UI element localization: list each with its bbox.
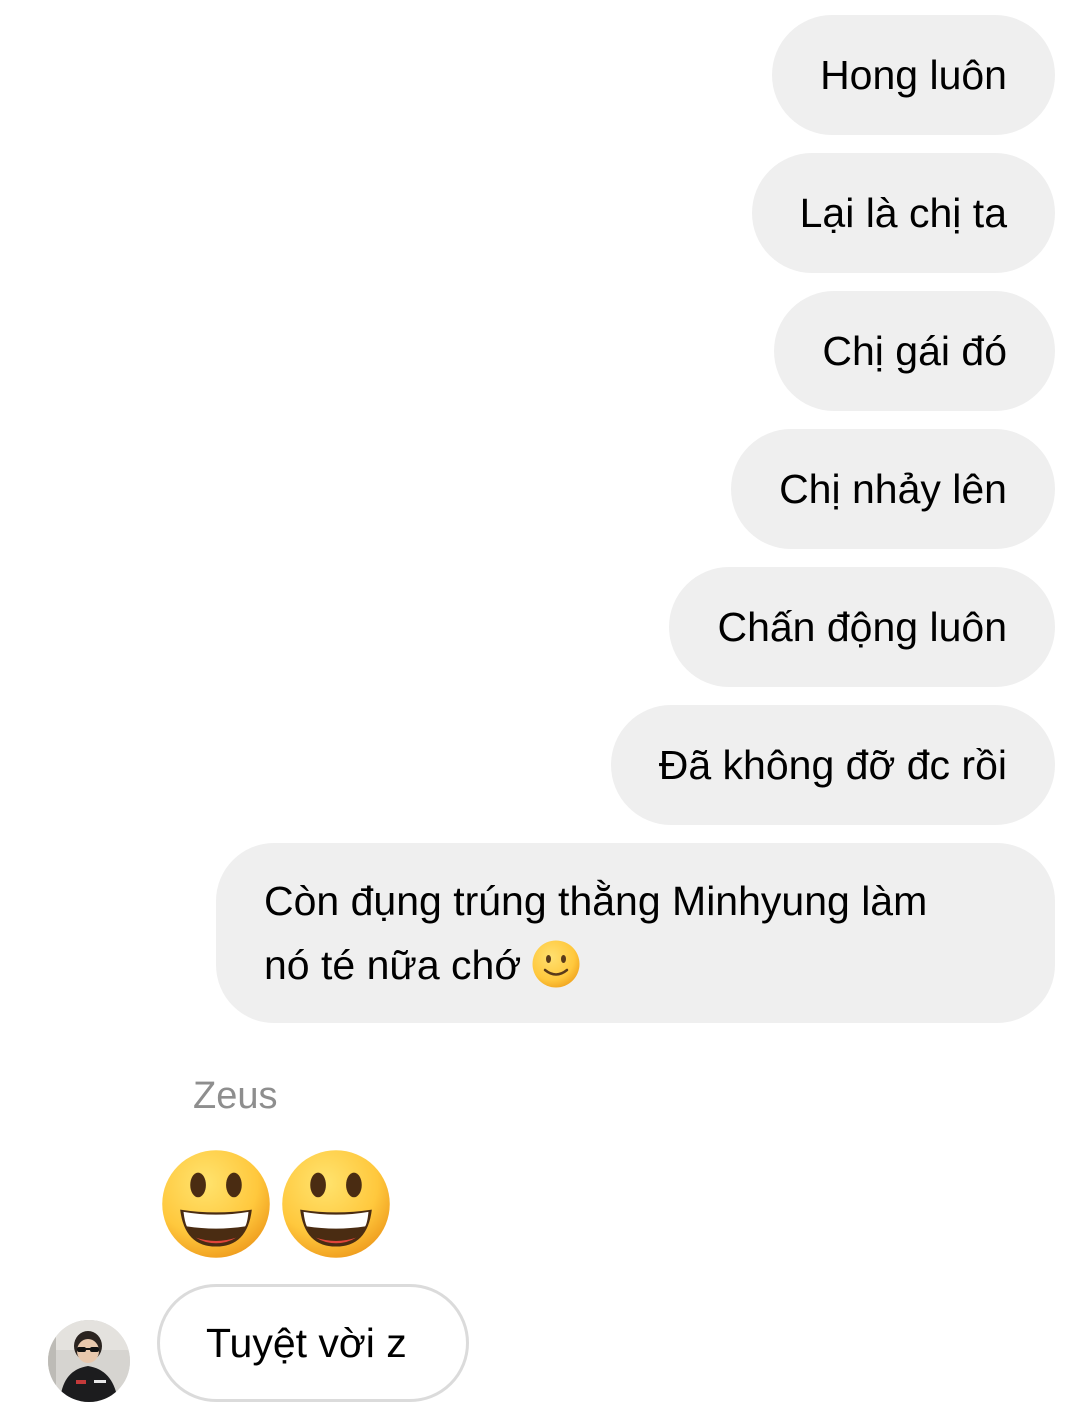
message-text: Lại là chị ta <box>799 190 1007 236</box>
outgoing-message[interactable]: Chấn động luôn <box>669 567 1055 687</box>
chat-thread: Hong luôn Lại là chị ta Chị gái đó Chị n… <box>0 0 1079 1423</box>
incoming-message[interactable]: Tuyệt vời z <box>157 1284 469 1402</box>
message-text: Chị gái đó <box>822 328 1007 374</box>
slightly-smiling-face-icon <box>532 940 580 988</box>
outgoing-message[interactable]: Hong luôn <box>772 15 1055 135</box>
message-text: Chấn động luôn <box>717 604 1007 650</box>
message-text: Chị nhảy lên <box>779 466 1007 512</box>
outgoing-message[interactable]: Đã không đỡ đc rồi <box>610 705 1055 825</box>
message-text: Tuyệt vời z <box>206 1319 407 1366</box>
message-text: Đã không đỡ đc rồi <box>658 742 1007 788</box>
message-text: Hong luôn <box>820 52 1007 98</box>
outgoing-message[interactable]: Còn đụng trúng thằng Minhyung làm nó té … <box>216 843 1055 1023</box>
outgoing-message[interactable]: Lại là chị ta <box>751 153 1055 273</box>
outgoing-message[interactable]: Chị nhảy lên <box>731 429 1055 549</box>
user-avatar-image <box>48 1320 130 1402</box>
emoji-message[interactable] <box>160 1148 392 1260</box>
message-text-line: Còn đụng trúng thằng Minhyung làm <box>264 878 928 924</box>
message-text-block: Còn đụng trúng thằng Minhyung làm nó té … <box>264 869 927 997</box>
avatar[interactable] <box>48 1320 130 1402</box>
grinning-face-icon <box>282 1150 390 1258</box>
message-text-line: nó té nữa chớ <box>264 942 522 988</box>
outgoing-message[interactable]: Chị gái đó <box>774 291 1055 411</box>
grinning-face-icon <box>162 1150 270 1258</box>
sender-name: Zeus <box>193 1075 278 1117</box>
